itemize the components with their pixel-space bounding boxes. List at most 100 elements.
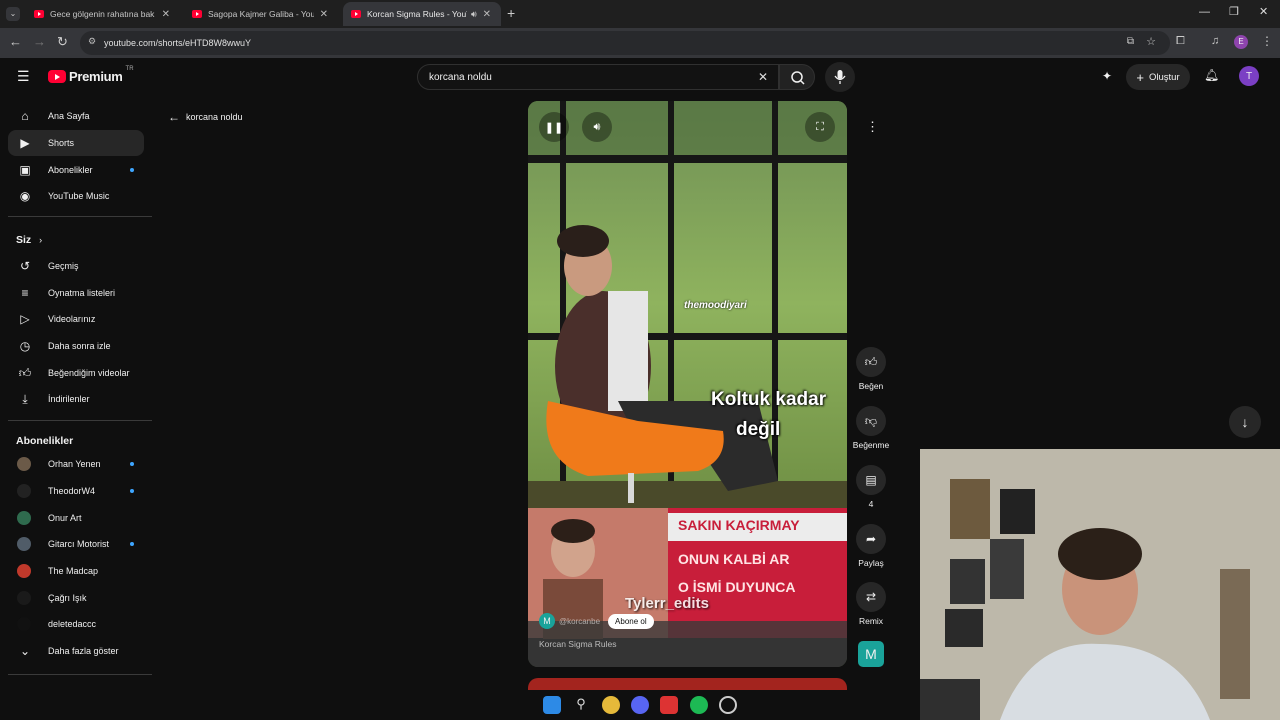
browser-tab-2[interactable]: Sagopa Kajmer Galiba - YouTub ✕	[184, 2, 336, 26]
sidebar-item-youtube-music[interactable]: ◉ YouTube Music	[8, 183, 144, 209]
bookmark-star-icon[interactable]: ☆	[1146, 35, 1156, 48]
browser-menu-icon[interactable]: ⋮	[1261, 34, 1273, 48]
comment-icon: ▤	[856, 465, 886, 495]
youtube-premium-logo[interactable]: Premium TR	[48, 66, 134, 84]
plus-icon: +	[1136, 69, 1144, 85]
spotify-icon[interactable]	[690, 696, 708, 714]
volume-icon: 🔊︎	[593, 120, 601, 133]
close-window-icon[interactable]: ✕	[1259, 5, 1268, 18]
editor-watermark: Tylerr_edits	[625, 595, 709, 612]
voice-search-button[interactable]	[825, 62, 855, 92]
subscriptions-icon: ▣	[19, 163, 31, 177]
subscriptions-section-header: Abonelikler	[16, 435, 74, 447]
comments-button[interactable]: ▤ 4	[851, 465, 891, 509]
site-info-icon[interactable]: ⚙	[88, 36, 96, 47]
fullscreen-button[interactable]: ⛶	[805, 112, 835, 142]
forward-arrow-icon[interactable]: →	[33, 34, 46, 49]
divider	[8, 216, 152, 217]
you-section-header[interactable]: Siz ›	[16, 234, 42, 246]
subscription-channel[interactable]: Çağrı Işık	[8, 585, 144, 611]
back-arrow-icon[interactable]: ←	[9, 34, 22, 49]
clear-search-icon[interactable]: ✕	[758, 70, 768, 84]
short-video-player[interactable]: themoodiyari Koltuk kadar değil SAKIN KA…	[528, 101, 847, 667]
minimize-icon[interactable]: —	[1199, 6, 1210, 18]
channel-info: M @korcanbe Abone ol	[539, 613, 654, 629]
sidebar-item-your-videos[interactable]: ▷ Videolarınız	[8, 306, 144, 332]
account-avatar[interactable]: T	[1239, 66, 1259, 86]
chrome-icon[interactable]	[602, 696, 620, 714]
sidebar-item-playlists[interactable]: ≡ Oynatma listeleri	[8, 280, 144, 306]
calendar-app-icon[interactable]	[660, 696, 678, 714]
fullscreen-icon: ⛶	[816, 120, 824, 133]
channel-avatar	[17, 617, 31, 631]
media-control-icon[interactable]: ♫	[1211, 35, 1219, 47]
liked-icon: 👍︎	[18, 366, 32, 380]
next-short-button[interactable]: ↓	[1229, 406, 1261, 438]
show-more-button[interactable]: ⌄ Daha fazla göster	[8, 638, 144, 664]
subscription-channel[interactable]: Gitarcı Motorist	[8, 531, 144, 557]
like-button[interactable]: 👍︎ Beğen	[851, 347, 891, 391]
subscription-channel[interactable]: deletedaccc	[8, 611, 144, 637]
browser-tab-3-active[interactable]: Korcan Sigma Rules - YouTu 🔊︎ ✕	[343, 2, 501, 26]
sidebar-item-home[interactable]: ⌂ Ana Sayfa	[8, 103, 144, 129]
subscribe-button[interactable]: Abone ol	[608, 613, 654, 629]
channel-avatar-square[interactable]: M	[858, 641, 884, 667]
channel-handle[interactable]: @korcanbe	[559, 617, 600, 626]
audio-playing-icon[interactable]: 🔊︎	[471, 9, 477, 20]
subscription-channel[interactable]: Onur Art	[8, 505, 144, 531]
subscription-channel[interactable]: The Madcap	[8, 558, 144, 584]
windows-start-icon[interactable]	[543, 696, 561, 714]
subscription-channel[interactable]: TheodorW4	[8, 478, 144, 504]
tab-search-button[interactable]: ⌄	[6, 7, 20, 21]
pause-button[interactable]: ❚❚	[539, 112, 569, 142]
premium-shorts-icon[interactable]: ✦	[1102, 69, 1112, 83]
search-icon[interactable]: ⚲	[572, 696, 590, 714]
subscription-channel[interactable]: Orhan Yenen	[8, 451, 144, 477]
webcam-overlay	[920, 449, 1280, 720]
search-input[interactable]: korcana noldu ✕	[417, 64, 779, 90]
remix-button[interactable]: ⇄ Remix	[851, 582, 891, 626]
youtube-favicon-icon	[192, 10, 202, 18]
video-title[interactable]: Korcan Sigma Rules	[539, 639, 616, 649]
sidebar-item-subscriptions[interactable]: ▣ Abonelikler	[8, 157, 144, 183]
hamburger-menu-icon[interactable]: ☰	[17, 68, 30, 85]
extensions-icon[interactable]: ⧠	[1176, 35, 1185, 48]
browser-tab-1[interactable]: Gece gölgenin rahatına bak kor ✕	[26, 2, 178, 26]
sidebar-item-downloads[interactable]: ⤓ İndirilenler	[8, 386, 144, 412]
reload-icon[interactable]: ↻	[57, 34, 68, 50]
sidebar-item-shorts[interactable]: ▶ Shorts	[8, 130, 144, 156]
notifications-bell-icon[interactable]: 🔔︎	[1204, 68, 1219, 82]
search-button[interactable]	[779, 64, 815, 90]
divider	[8, 420, 152, 421]
sidebar-item-liked-videos[interactable]: 👍︎ Beğendiğim videolar	[8, 360, 144, 386]
youtube-favicon-icon	[34, 10, 44, 18]
dislike-button[interactable]: 👎︎ Beğenme	[851, 406, 891, 450]
restore-icon[interactable]: ❐	[1229, 5, 1239, 18]
sidebar-item-history[interactable]: ↺ Geçmiş	[8, 253, 144, 279]
close-tab-icon[interactable]: ✕	[483, 9, 491, 20]
history-icon: ↺	[19, 259, 31, 273]
share-button[interactable]: ➦ Paylaş	[851, 524, 891, 568]
download-icon: ⤓	[22, 392, 28, 406]
close-tab-icon[interactable]: ✕	[162, 9, 170, 20]
channel-avatar[interactable]: M	[539, 613, 555, 629]
banner-line-1: SAKIN KAÇIRMAY	[678, 517, 800, 533]
browser-toolbar: ← → ↻ ⚙ youtube.com/shorts/eHTD8W8wwuY ⧉…	[0, 28, 1280, 58]
new-content-dot	[130, 168, 134, 172]
back-to-search-link[interactable]: ← korcana noldu	[168, 110, 243, 124]
steam-icon[interactable]	[719, 696, 737, 714]
create-button[interactable]: + Oluştur	[1126, 64, 1190, 90]
watch-later-icon: ◷	[19, 339, 31, 353]
discord-icon[interactable]	[631, 696, 649, 714]
channel-avatar	[17, 591, 31, 605]
volume-button[interactable]: 🔊︎	[582, 112, 612, 142]
address-field[interactable]: ⚙ youtube.com/shorts/eHTD8W8wwuY ⧉ ☆	[80, 31, 1170, 55]
video-caption-line-2: değil	[736, 419, 781, 440]
new-tab-button[interactable]: +	[507, 5, 515, 21]
sidebar-item-watch-later[interactable]: ◷ Daha sonra izle	[8, 333, 144, 359]
cast-icon[interactable]: ⧉	[1127, 36, 1134, 47]
close-tab-icon[interactable]: ✕	[320, 9, 328, 20]
profile-avatar[interactable]: E	[1234, 35, 1248, 49]
next-short-preview[interactable]	[528, 678, 847, 690]
more-options-icon[interactable]: ⋮	[866, 119, 879, 135]
